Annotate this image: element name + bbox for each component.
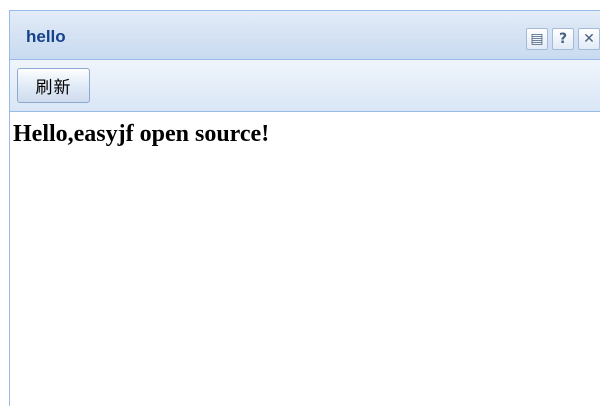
panel-toolbar: 刷新 bbox=[10, 60, 600, 112]
hello-panel: hello ▤ ? ✕ 刷新 Hello,easyjf open source! bbox=[9, 10, 600, 406]
panel-title: hello bbox=[26, 27, 66, 46]
panel-tools: ▤ ? ✕ bbox=[522, 28, 600, 50]
refresh-button[interactable]: 刷新 bbox=[17, 68, 90, 103]
panel-body: Hello,easyjf open source! bbox=[10, 112, 600, 148]
close-icon[interactable]: ✕ bbox=[578, 28, 600, 50]
save-icon[interactable]: ▤ bbox=[526, 28, 548, 50]
panel-header: hello ▤ ? ✕ bbox=[10, 11, 600, 60]
hello-message: Hello,easyjf open source! bbox=[13, 121, 270, 147]
help-icon[interactable]: ? bbox=[552, 28, 574, 50]
